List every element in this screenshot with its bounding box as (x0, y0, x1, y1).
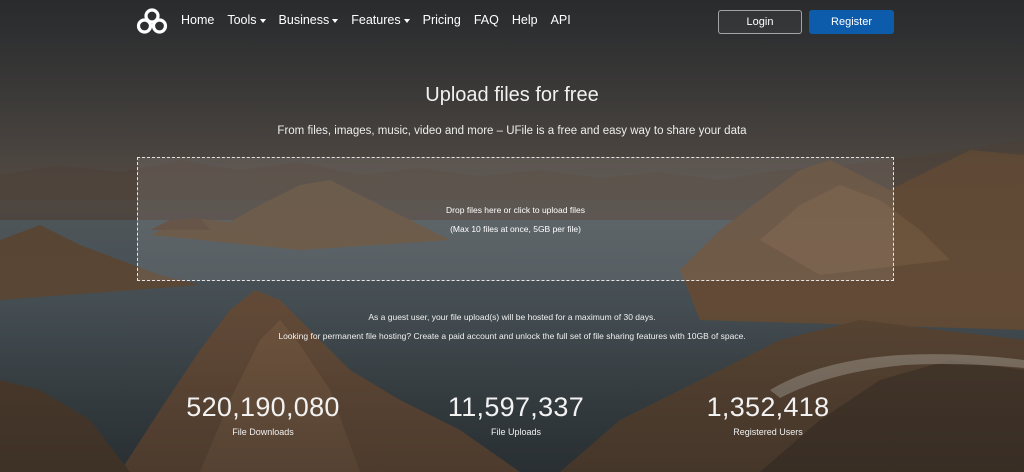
dropzone-instruction: Drop files here or click to upload files (446, 205, 585, 215)
nav-features-label: Features (351, 13, 401, 27)
nav-help[interactable]: Help (512, 13, 538, 27)
caret-down-icon (332, 18, 339, 23)
top-navigation: Home Tools Business Features Pricing FAQ (136, 8, 896, 36)
caret-down-icon (259, 18, 266, 23)
nav-help-label: Help (511, 13, 538, 27)
main-menu: Home Tools Business Features Pricing FAQ (181, 13, 571, 27)
stat-file-downloads: 520,190,080 File Downloads (143, 391, 383, 437)
stat-value: 520,190,080 (186, 392, 340, 422)
nav-pricing[interactable]: Pricing (423, 13, 461, 27)
paid-account-notice: Looking for permanent file hosting? Crea… (278, 331, 746, 341)
upload-dropzone[interactable]: Drop files here or click to upload files… (137, 157, 894, 281)
nav-home[interactable]: Home (181, 13, 214, 27)
stat-registered-users: 1,352,418 Registered Users (648, 391, 888, 437)
stat-label: File Uploads (490, 427, 542, 437)
nav-business-label: Business (278, 13, 330, 27)
caret-down-icon (403, 18, 410, 23)
stat-label: File Downloads (232, 427, 294, 437)
stat-value: 1,352,418 (706, 392, 830, 422)
nav-home-label: Home (181, 13, 215, 27)
nav-tools-label: Tools (227, 13, 257, 27)
stat-file-uploads: 11,597,337 File Uploads (396, 391, 636, 437)
page-content: Home Tools Business Features Pricing FAQ (0, 0, 1024, 472)
nav-tools[interactable]: Tools (227, 13, 266, 27)
nav-faq[interactable]: FAQ (474, 13, 499, 27)
cloud-rings-logo-icon[interactable] (136, 8, 168, 36)
login-button[interactable]: Login (718, 10, 802, 34)
stat-label: Registered Users (733, 427, 803, 437)
nav-features[interactable]: Features (351, 13, 410, 27)
page-subtitle: From files, images, music, video and mor… (277, 125, 747, 137)
nav-faq-label: FAQ (473, 13, 499, 27)
nav-api[interactable]: API (551, 13, 571, 27)
register-button[interactable]: Register (809, 10, 894, 34)
nav-business[interactable]: Business (279, 13, 339, 27)
stat-value: 11,597,337 (447, 392, 585, 422)
dropzone-limits: (Max 10 files at once, 5GB per file) (450, 224, 581, 234)
guest-notice: As a guest user, your file upload(s) wil… (368, 312, 656, 322)
nav-pricing-label: Pricing (422, 13, 461, 27)
page-title: Upload files for free (425, 84, 599, 106)
nav-api-label: API (550, 13, 571, 27)
